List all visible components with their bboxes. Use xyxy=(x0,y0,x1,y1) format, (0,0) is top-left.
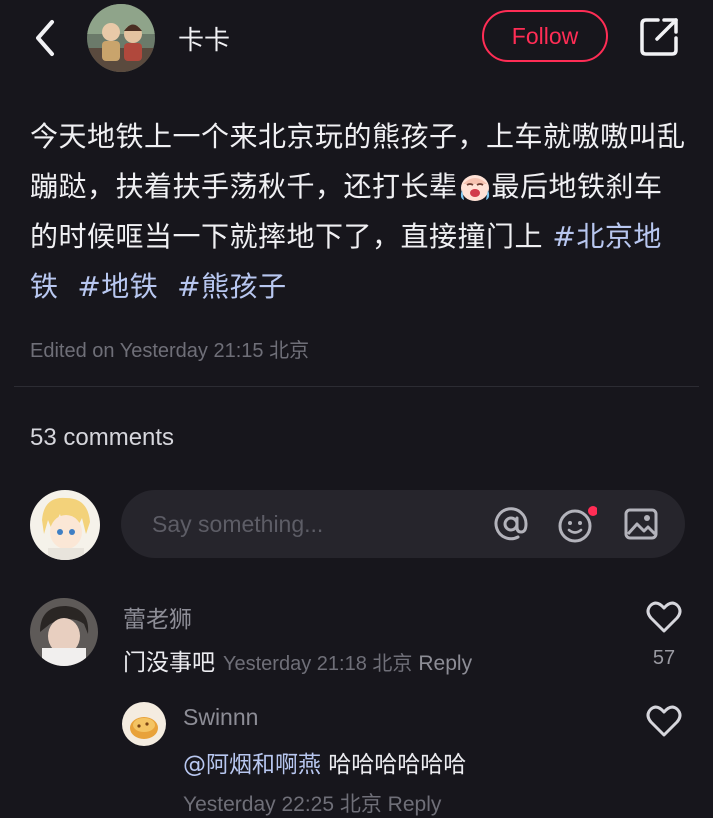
heart-icon xyxy=(646,705,682,737)
comment-count: 53 comments xyxy=(30,424,175,451)
crying-face-icon xyxy=(458,168,492,201)
share-icon xyxy=(640,18,678,56)
emoji-icon xyxy=(558,506,598,543)
reply-author[interactable]: Swinnn xyxy=(183,704,258,731)
comment-time: Yesterday 21:18 北京 xyxy=(223,653,413,675)
post-content: 今天地铁上一个来北京玩的熊孩子，上车就嗷嗷叫乱蹦跶，扶着扶手荡秋千，还打长辈 最… xyxy=(30,112,690,312)
heart-icon xyxy=(646,601,682,633)
emoji-button[interactable] xyxy=(557,506,598,543)
hashtag-link[interactable]: #地铁 xyxy=(77,270,158,303)
reply-button[interactable]: Reply xyxy=(418,652,472,675)
follow-button[interactable]: Follow xyxy=(482,10,608,62)
current-user-avatar xyxy=(30,490,100,560)
commenter-avatar[interactable] xyxy=(30,598,98,666)
reply-avatar[interactable] xyxy=(122,702,166,746)
image-button[interactable] xyxy=(623,506,659,542)
at-icon xyxy=(494,507,528,541)
chevron-left-icon xyxy=(36,20,54,56)
author-avatar[interactable] xyxy=(87,4,155,72)
notification-dot xyxy=(588,506,598,516)
comment-input-placeholder: Say something... xyxy=(152,511,324,537)
comment-text: 门没事吧 xyxy=(123,650,215,676)
divider xyxy=(14,386,699,387)
author-name[interactable]: 卡卡 xyxy=(178,20,230,57)
like-button[interactable] xyxy=(646,600,682,634)
reply-body: @阿烟和啊燕 哈哈哈哈哈哈 xyxy=(183,745,466,779)
comment-body: 门没事吧 Yesterday 21:18 北京 Reply xyxy=(123,643,472,677)
back-button[interactable] xyxy=(28,18,64,58)
like-count: 57 xyxy=(652,647,676,669)
mention-link[interactable]: @阿烟和啊燕 xyxy=(183,752,321,778)
comment-author[interactable]: 蕾老狮 xyxy=(123,600,192,634)
like-button[interactable] xyxy=(646,704,682,738)
mention-button[interactable] xyxy=(493,506,529,542)
image-icon xyxy=(624,508,658,540)
post-meta: Edited on Yesterday 21:15 北京 xyxy=(30,340,310,362)
share-button[interactable] xyxy=(638,16,680,58)
reply-time: Yesterday 22:25 北京 Reply xyxy=(183,793,442,816)
reply-text: 哈哈哈哈哈哈 xyxy=(321,752,467,778)
hashtag-link[interactable]: #熊孩子 xyxy=(177,270,286,303)
comment-input[interactable]: Say something... xyxy=(121,490,685,558)
top-bar: 卡卡 Follow xyxy=(0,0,713,80)
